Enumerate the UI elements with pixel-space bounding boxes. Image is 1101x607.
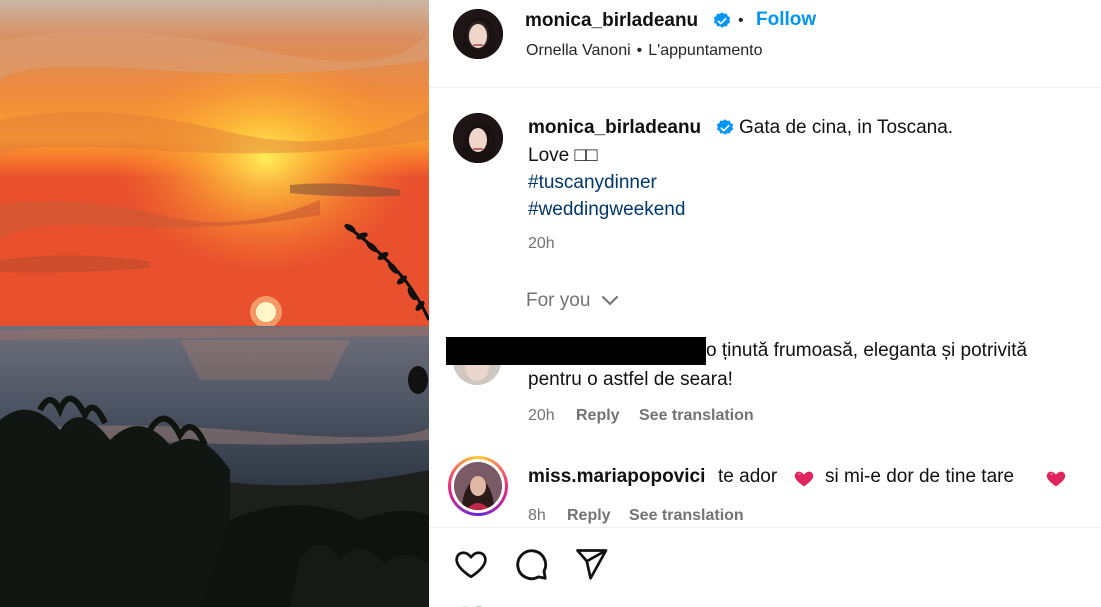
share-icon[interactable] <box>573 546 609 582</box>
sunset-image <box>0 0 429 607</box>
red-heart-emoji-icon <box>1046 471 1066 487</box>
comment-text-continued: pentru o astfel de seara! <box>528 369 733 390</box>
comment-timestamp[interactable]: 20h <box>528 407 555 425</box>
red-heart-emoji-icon <box>794 471 814 487</box>
see-translation-button[interactable]: See translation <box>629 507 744 525</box>
hashtag-link[interactable]: #tuscanydinner <box>528 172 657 194</box>
hashtag-link[interactable]: #weddingweekend <box>528 199 685 221</box>
liked-by-avatars[interactable] <box>453 603 503 607</box>
caption-verified-badge-icon <box>716 119 734 135</box>
author-username[interactable]: monica_birladeanu <box>525 10 698 32</box>
commenter-username[interactable]: miss.mariapopovici <box>528 466 705 488</box>
redacted-username-block <box>446 337 706 365</box>
for-you-sort-dropdown[interactable]: For you <box>526 290 620 312</box>
verified-badge-icon <box>713 12 731 28</box>
audio-info[interactable]: Ornella Vanoni • L'appuntamento <box>526 42 763 60</box>
comment-text-part-1: te ador <box>718 466 778 487</box>
audio-artist[interactable]: Ornella Vanoni <box>526 42 631 59</box>
post-header: monica_birladeanu • Follow Ornella Vanon… <box>429 0 1101 88</box>
author-avatar[interactable] <box>453 9 503 59</box>
comment-icon[interactable] <box>513 546 549 582</box>
chevron-down-icon <box>601 295 618 306</box>
commenter-avatar <box>454 462 502 510</box>
comment-text: te ador <box>718 466 777 488</box>
see-translation-button[interactable]: See translation <box>639 407 754 425</box>
post-photo[interactable] <box>0 0 429 607</box>
for-you-label: For you <box>526 290 591 311</box>
caption-line-2: Love □□ <box>528 145 598 166</box>
reply-button[interactable]: Reply <box>567 507 611 525</box>
header-dot-separator: • <box>738 12 744 29</box>
follow-button[interactable]: Follow <box>756 9 816 31</box>
caption-text: Gata de cina, in Toscana. <box>739 117 954 138</box>
heart-icon[interactable] <box>453 546 489 582</box>
story-ring-avatar[interactable] <box>448 456 508 516</box>
reply-button[interactable]: Reply <box>576 407 620 425</box>
caption-author-avatar[interactable] <box>453 113 503 163</box>
audio-separator: • <box>636 42 643 59</box>
comment-text-part-2: si mi-e dor de tine tare <box>825 466 1015 487</box>
comment-timestamp[interactable]: 8h <box>528 507 546 525</box>
caption-author-username[interactable]: monica_birladeanu <box>528 117 701 139</box>
audio-title[interactable]: L'appuntamento <box>648 42 762 59</box>
post-action-bar <box>429 527 1101 607</box>
post-details-panel: monica_birladeanu • Follow Ornella Vanon… <box>429 0 1101 607</box>
caption-timestamp[interactable]: 20h <box>528 235 555 253</box>
comment-text: o ținută frumoasă, eleganta și potrivită <box>706 340 1028 361</box>
